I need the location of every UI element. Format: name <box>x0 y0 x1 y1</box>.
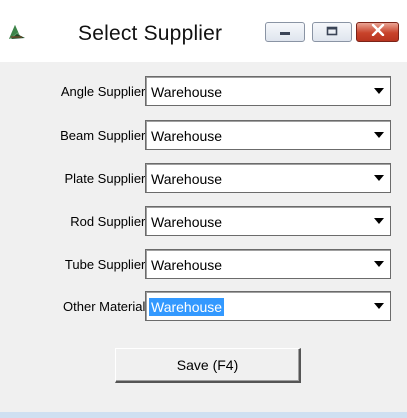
dialog-content: Angle Supplier: Warehouse Beam Supplier:… <box>12 62 395 400</box>
other-material-value: Warehouse <box>149 298 225 316</box>
rod-supplier-value: Warehouse <box>151 214 223 230</box>
beam-supplier-label: Beam Supplier: <box>60 128 149 143</box>
rod-supplier-row: Rod Supplier: Warehouse <box>12 206 395 236</box>
chevron-down-icon[interactable] <box>369 251 389 277</box>
beam-supplier-dropdown[interactable]: Warehouse <box>145 120 391 150</box>
tube-supplier-value: Warehouse <box>151 257 223 273</box>
angle-supplier-label: Angle Supplier: <box>60 84 149 99</box>
beam-supplier-row: Beam Supplier: Warehouse <box>12 120 395 150</box>
chevron-down-icon[interactable] <box>369 78 389 104</box>
plate-supplier-value: Warehouse <box>151 171 223 187</box>
maximize-button[interactable] <box>312 22 352 42</box>
window-bottom-border <box>0 412 407 418</box>
other-material-row: Other Material: Warehouse <box>12 291 395 321</box>
tube-supplier-label: Tube Supplier: <box>64 257 149 272</box>
other-material-label: Other Material: <box>63 299 149 314</box>
tube-supplier-row: Tube Supplier: Warehouse <box>12 249 395 279</box>
close-icon <box>371 23 385 41</box>
angle-supplier-dropdown[interactable]: Warehouse <box>145 76 391 106</box>
chevron-down-icon[interactable] <box>369 122 389 148</box>
minimize-button[interactable] <box>265 22 305 42</box>
maximize-icon <box>326 23 338 41</box>
plate-supplier-dropdown[interactable]: Warehouse <box>145 163 391 193</box>
chevron-down-icon[interactable] <box>369 165 389 191</box>
close-button[interactable] <box>356 22 399 42</box>
minimize-icon <box>279 23 291 41</box>
rod-supplier-label: Rod Supplier: <box>70 214 149 229</box>
save-button[interactable]: Save (F4) <box>115 348 301 383</box>
title-bar[interactable]: Select Supplier <box>0 0 407 62</box>
tube-supplier-dropdown[interactable]: Warehouse <box>145 249 391 279</box>
select-supplier-window: Select Supplier Angle Supplier: Warehous… <box>0 0 407 418</box>
plate-supplier-row: Plate Supplier: Warehouse <box>12 163 395 193</box>
plate-supplier-label: Plate Supplier: <box>64 171 149 186</box>
angle-supplier-row: Angle Supplier: Warehouse <box>12 76 395 106</box>
rod-supplier-dropdown[interactable]: Warehouse <box>145 206 391 236</box>
other-material-dropdown[interactable]: Warehouse <box>145 291 391 321</box>
beam-supplier-value: Warehouse <box>151 128 223 144</box>
angle-supplier-value: Warehouse <box>151 84 223 100</box>
chevron-down-icon[interactable] <box>369 293 389 319</box>
app-logo-icon <box>8 24 26 40</box>
chevron-down-icon[interactable] <box>369 208 389 234</box>
window-title: Select Supplier <box>78 22 223 45</box>
